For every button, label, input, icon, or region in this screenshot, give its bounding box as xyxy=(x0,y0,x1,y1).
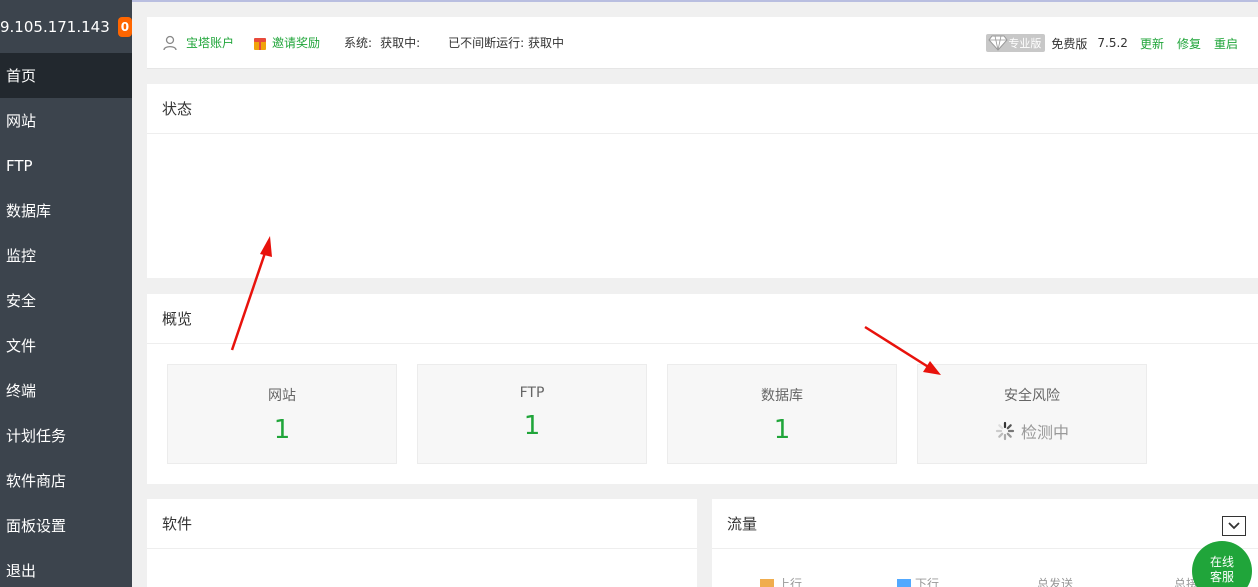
sidebar-item-cron[interactable]: 计划任务 xyxy=(0,413,132,458)
sidebar-item-home[interactable]: 首页 xyxy=(0,53,132,98)
legend-label: 上行 xyxy=(778,577,803,587)
loading-spinner-icon xyxy=(995,421,1015,441)
sidebar-item-security[interactable]: 安全 xyxy=(0,278,132,323)
stat-value: 1 xyxy=(273,415,291,445)
software-title: 软件 xyxy=(147,499,697,549)
sidebar-item-label: 计划任务 xyxy=(6,427,67,445)
top-header: 宝塔账户 邀请奖励 系统: 获取中: 已不间断运行: 获取中 专业版 免费版 7… xyxy=(147,17,1258,69)
update-link[interactable]: 更新 xyxy=(1140,35,1164,52)
sidebar-item-label: 文件 xyxy=(6,337,37,355)
sidebar-item-website[interactable]: 网站 xyxy=(0,98,132,143)
chat-line2: 客服 xyxy=(1209,570,1234,584)
overview-title: 概览 xyxy=(147,294,1258,344)
total-send-text: 总发送 xyxy=(1037,577,1074,587)
traffic-title: 流量 xyxy=(712,499,1258,549)
sidebar-item-store[interactable]: 软件商店 xyxy=(0,458,132,503)
system-value: 获取中: xyxy=(380,36,421,50)
notification-badge[interactable]: 0 xyxy=(117,16,132,37)
stat-card-security-risk[interactable]: 安全风险 检测中 xyxy=(917,364,1147,464)
sidebar-item-label: 网站 xyxy=(6,112,37,130)
diamond-icon xyxy=(988,35,1009,51)
legend-label: 下行 xyxy=(915,577,940,587)
sidebar-item-database[interactable]: 数据库 xyxy=(0,188,132,233)
sidebar-item-label: 终端 xyxy=(6,382,37,400)
chevron-down-icon xyxy=(1228,522,1240,530)
repair-link[interactable]: 修复 xyxy=(1177,35,1201,52)
sidebar-item-label: 软件商店 xyxy=(6,472,67,490)
sidebar-item-files[interactable]: 文件 xyxy=(0,323,132,368)
chat-line1: 在线 xyxy=(1209,555,1234,569)
sidebar-item-ftp[interactable]: FTP xyxy=(0,143,132,188)
status-title: 状态 xyxy=(147,84,1258,134)
sidebar-item-monitor[interactable]: 监控 xyxy=(0,233,132,278)
user-icon xyxy=(163,35,177,50)
sidebar-item-label: 数据库 xyxy=(6,202,52,220)
stat-card-ftp[interactable]: FTP 1 xyxy=(417,364,647,464)
stat-title: 网站 xyxy=(268,388,296,404)
server-ip: 9.105.171.143 xyxy=(0,17,110,36)
traffic-panel: 流量 上行 下行 总发送 总接 xyxy=(712,499,1258,587)
sidebar-item-logout[interactable]: 退出 xyxy=(0,548,132,587)
software-panel: 软件 xyxy=(147,499,697,587)
stat-value: 1 xyxy=(523,411,541,441)
sidebar: 9.105.171.143 0 首页 网站 FTP 数据库 监控 安全 文件 终… xyxy=(0,0,132,587)
status-panel: 状态 xyxy=(147,84,1258,278)
overview-panel: 概览 网站 1 FTP 1 数据库 1 安全风险 检测中 xyxy=(147,294,1258,484)
download-swatch xyxy=(897,578,911,587)
sidebar-item-label: 安全 xyxy=(6,292,37,310)
account-link[interactable]: 宝塔账户 xyxy=(186,34,234,51)
uptime-text: 已不间断运行: 获取中 xyxy=(448,36,564,50)
sidebar-item-label: 面板设置 xyxy=(6,517,67,535)
network-select-dropdown[interactable] xyxy=(1222,516,1246,536)
free-edition-label: 免费版 xyxy=(1051,36,1088,51)
legend-upload: 上行 xyxy=(760,575,802,587)
pro-label: 专业版 xyxy=(1008,37,1042,50)
version-number: 7.5.2 xyxy=(1097,36,1128,50)
gift-icon xyxy=(254,37,267,50)
stat-value: 1 xyxy=(773,415,791,445)
stat-card-website[interactable]: 网站 1 xyxy=(167,364,397,464)
stat-title: 数据库 xyxy=(761,388,803,404)
stat-card-database[interactable]: 数据库 1 xyxy=(667,364,897,464)
legend-download: 下行 xyxy=(897,575,939,587)
top-divider xyxy=(132,0,1258,2)
pro-version-badge[interactable]: 专业版 xyxy=(986,34,1046,52)
sidebar-item-label: 退出 xyxy=(6,562,37,580)
stat-title: 安全风险 xyxy=(1004,388,1060,404)
stat-value: 检测中 xyxy=(1020,423,1069,442)
sidebar-item-terminal[interactable]: 终端 xyxy=(0,368,132,413)
stat-title: FTP xyxy=(519,385,545,401)
restart-link[interactable]: 重启 xyxy=(1214,35,1238,52)
sidebar-item-settings[interactable]: 面板设置 xyxy=(0,503,132,548)
invite-link[interactable]: 邀请奖励 xyxy=(272,34,320,51)
total-send-label: 总发送 xyxy=(1037,575,1073,587)
server-header: 9.105.171.143 0 xyxy=(0,0,132,53)
sidebar-item-label: 首页 xyxy=(6,67,37,85)
sidebar-item-label: 监控 xyxy=(6,247,37,265)
system-label: 系统: xyxy=(344,36,373,50)
sidebar-item-label: FTP xyxy=(6,156,33,175)
upload-swatch xyxy=(760,578,774,587)
